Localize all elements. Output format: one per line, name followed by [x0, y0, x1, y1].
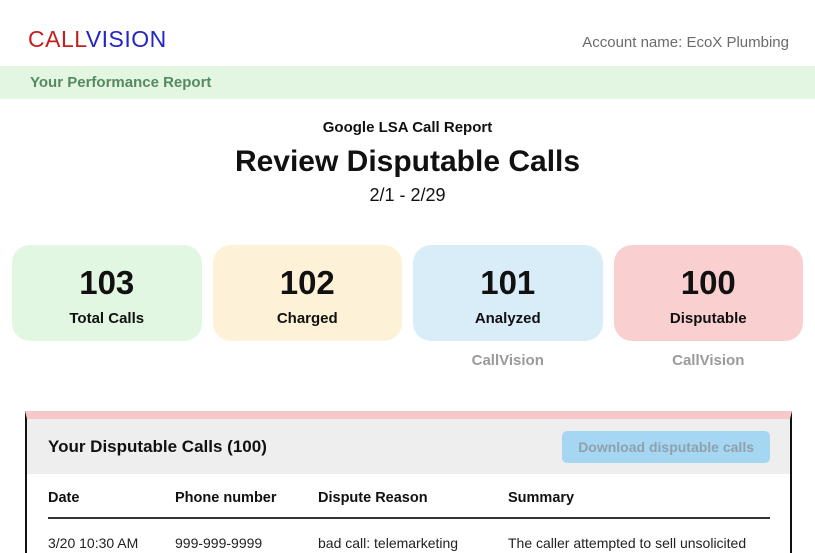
report-subtitle: Google LSA Call Report: [322, 119, 493, 136]
stat-card-2: 101 Analyzed: [413, 245, 603, 341]
stat-value-analyzed: 101: [480, 264, 536, 301]
banner-title: Your Performance Report: [30, 74, 212, 91]
page-title: Review Disputable Calls: [234, 145, 581, 178]
table-row: 3/20 10:30 AM 999-999-9999 bad call: tel…: [48, 518, 770, 553]
stat-card-1: 102 Charged: [212, 245, 402, 341]
stat-card-0: 103 Total Calls: [12, 245, 202, 341]
page-header: CALLVISION Account name: EcoX Plumbing: [0, 0, 815, 66]
column-header-phone: Phone number: [175, 474, 318, 519]
report-date-range: 2/1 - 2/29: [369, 185, 446, 205]
stat-value-disputable: 100: [680, 264, 736, 301]
cell-summary: The caller attempted to sell unsolicited…: [508, 535, 747, 551]
disputable-calls-header: Your Disputable Calls (100) Download dis…: [27, 419, 790, 474]
download-disputable-calls-button[interactable]: Download disputable calls: [562, 430, 770, 463]
cell-phone: 999-999-9999: [175, 535, 263, 551]
stat-label-analyzed: Analyzed: [474, 310, 541, 328]
column-header-reason: Dispute Reason: [318, 474, 508, 519]
callvision-watermarks-row: CallVision CallVision: [0, 352, 815, 370]
cell-reason: bad call: telemarketing: [318, 535, 459, 551]
report-titles: Google LSA Call Report Review Disputable…: [0, 119, 815, 206]
stat-label-total-calls: Total Calls: [69, 310, 145, 328]
watermark-2: CallVision: [471, 352, 544, 369]
stat-value-total-calls: 103: [79, 264, 135, 301]
account-name-label: Account name: EcoX Plumbing: [582, 34, 789, 51]
stat-label-disputable: Disputable: [669, 310, 747, 328]
callvision-logo: CALLVISION: [28, 26, 167, 53]
stat-cards-row: 103 Total Calls 102 Charged 101 Analyzed…: [0, 245, 815, 341]
disputable-calls-section: Your Disputable Calls (100) Download dis…: [25, 411, 792, 553]
disputable-calls-title: Your Disputable Calls (100): [48, 436, 267, 456]
stat-value-charged: 102: [279, 264, 335, 301]
disputable-calls-table: Date Phone number Dispute Reason Summary…: [27, 474, 790, 553]
stat-card-3: 100 Disputable: [613, 245, 803, 341]
performance-report-banner: Your Performance Report: [0, 66, 815, 99]
logo-part-call: CALL: [28, 26, 86, 52]
column-header-date: Date: [48, 474, 175, 519]
cell-date: 3/20 10:30 AM: [48, 535, 139, 551]
logo-part-vision: VISION: [85, 26, 167, 52]
table-header-row: Date Phone number Dispute Reason Summary: [48, 474, 770, 519]
stat-label-charged: Charged: [276, 310, 338, 328]
watermark-3: CallVision: [672, 352, 745, 369]
column-header-summary: Summary: [508, 474, 770, 519]
